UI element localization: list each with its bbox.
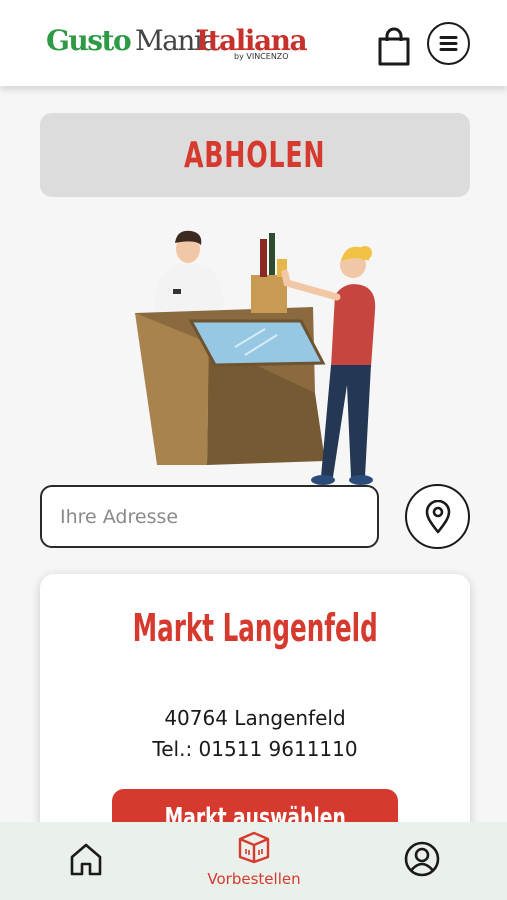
- shopping-bag-icon: [378, 27, 410, 66]
- store-phone: Tel.: 01511 9611110: [152, 737, 358, 761]
- nav-home[interactable]: [67, 840, 105, 878]
- hamburger-menu-icon: [439, 36, 458, 51]
- address-input[interactable]: [40, 485, 379, 548]
- bottom-navigation: Vorbestellen: [0, 822, 507, 900]
- package-icon: [238, 831, 270, 864]
- brand-logo[interactable]: Gusto Mania Italiana by VINCENZO: [46, 24, 308, 64]
- home-icon: [70, 843, 102, 876]
- store-card: Markt Langenfeld 40764 Langenfeld Tel.: …: [40, 574, 470, 864]
- menu-button[interactable]: [427, 22, 470, 65]
- app-header: Gusto Mania Italiana by VINCENZO: [0, 0, 507, 86]
- pickup-mode-label: ABHOLEN: [184, 134, 326, 176]
- user-circle-icon: [404, 841, 440, 877]
- store-name: Markt Langenfeld: [132, 606, 378, 650]
- cart-button[interactable]: [376, 27, 412, 67]
- locate-button[interactable]: [405, 484, 470, 549]
- pickup-illustration: [135, 230, 376, 485]
- nav-profile[interactable]: [403, 840, 441, 878]
- nav-preorder-label: Vorbestellen: [207, 870, 301, 888]
- pickup-mode-button[interactable]: ABHOLEN: [40, 113, 470, 197]
- map-pin-icon: [425, 499, 450, 533]
- nav-preorder[interactable]: Vorbestellen: [190, 830, 318, 896]
- store-address: 40764 Langenfeld: [164, 706, 346, 730]
